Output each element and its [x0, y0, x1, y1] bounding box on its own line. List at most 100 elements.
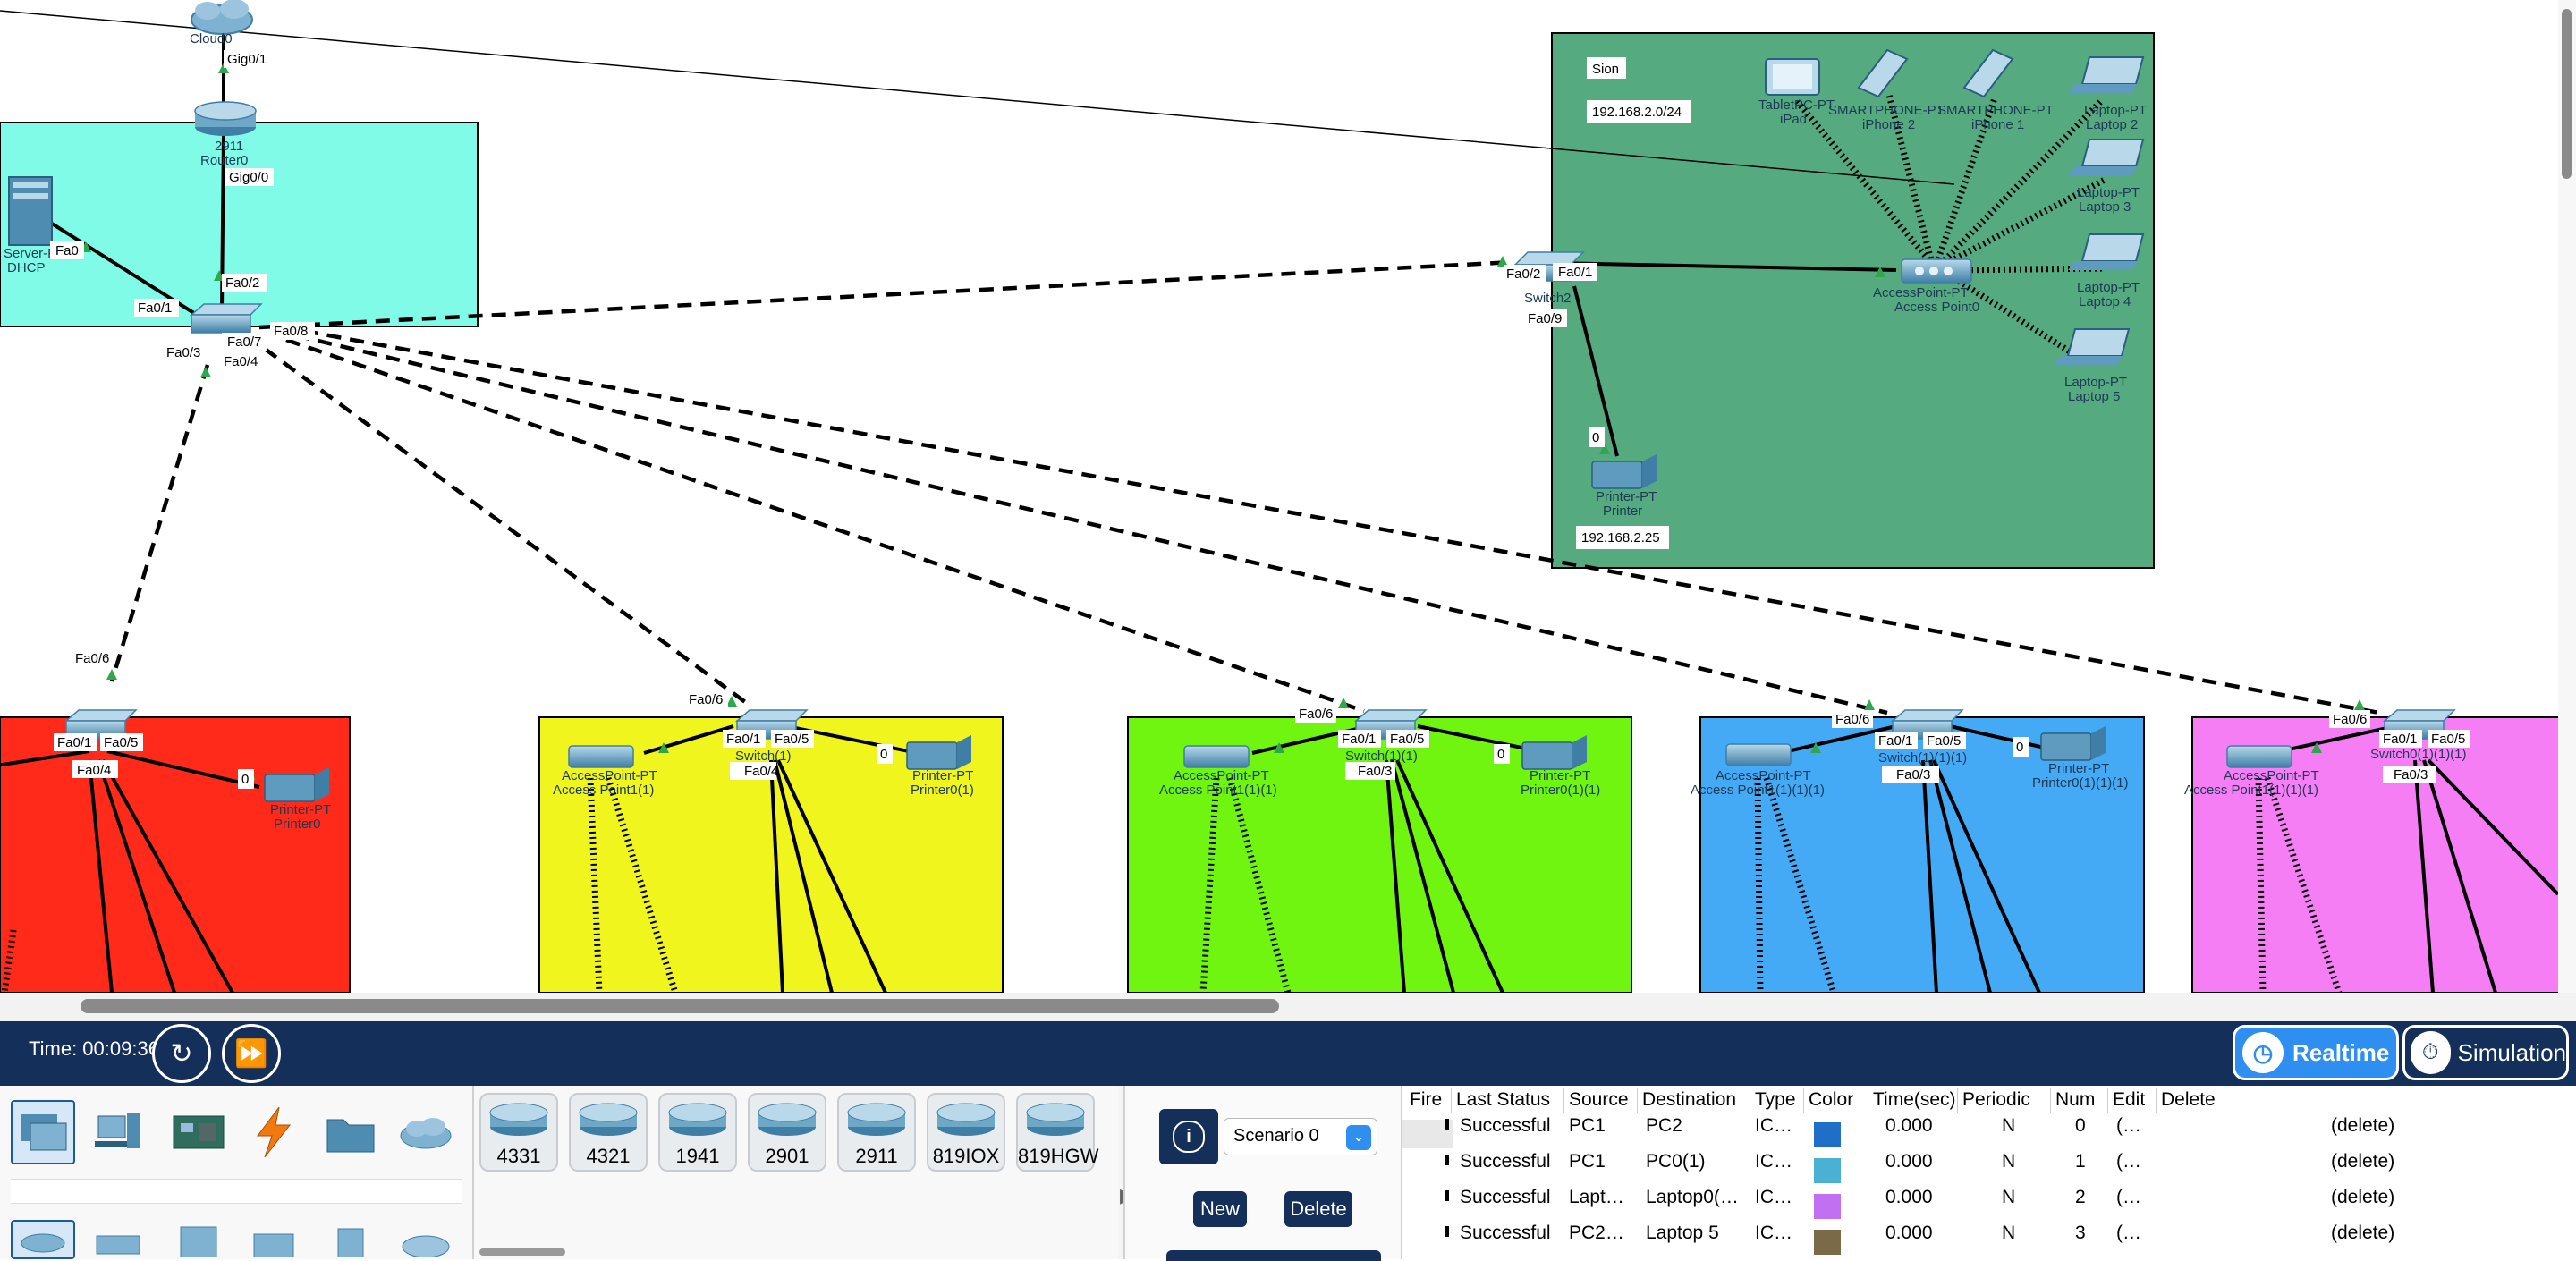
sion-switch-port-left: Fa0/2: [1506, 267, 1540, 282]
delete-scenario-button[interactable]: Delete: [1284, 1191, 1352, 1227]
table-cell-type: IC…: [1755, 1151, 1792, 1172]
hubs-subcategory-icon[interactable]: [166, 1220, 231, 1259]
column-header[interactable]: Edit: [2113, 1089, 2145, 1111]
column-header[interactable]: Destination: [1642, 1089, 1736, 1111]
column-header[interactable]: Time(sec): [1873, 1089, 1956, 1111]
fast-forward-button[interactable]: ⏩: [222, 1024, 281, 1083]
router-icon: [847, 1103, 906, 1136]
router-model-card[interactable]: 4331: [479, 1093, 558, 1172]
area-ap-icon[interactable]: [2226, 745, 2292, 768]
model-scroll-thumb[interactable]: [479, 1248, 565, 1256]
area-port: Fa0/5: [1927, 733, 1961, 749]
device-label: SMARTPHONE-PT: [1937, 103, 2054, 118]
miscellaneous-icon[interactable]: [318, 1100, 383, 1164]
access-point-icon[interactable]: [1901, 258, 1972, 284]
column-separator[interactable]: [1563, 1088, 1564, 1113]
switches-subcategory-icon[interactable]: [86, 1220, 150, 1259]
model-label: 819IOX: [932, 1145, 1000, 1167]
wireless-subcategory-icon[interactable]: [242, 1220, 306, 1259]
router-port-label: Gig0/0: [229, 170, 268, 185]
wan-emulation-subcategory-icon[interactable]: [394, 1220, 458, 1259]
column-separator[interactable]: [1957, 1088, 1958, 1113]
security-subcategory-icon[interactable]: [318, 1220, 383, 1259]
realtime-button[interactable]: ◷ Realtime: [2233, 1025, 2399, 1080]
printer-label: Printer-PT: [2048, 761, 2109, 776]
delete-link[interactable]: (delete): [2331, 1115, 2394, 1137]
topology-canvas[interactable]: Cloud0 Gig0/1 2911 Router0 Gig0/0 Server…: [0, 0, 2576, 993]
area-ap-icon[interactable]: [1183, 745, 1250, 768]
core-port-fa0-2: Fa0/2: [225, 275, 259, 291]
ap-label: AccessPoint-PT: [1174, 768, 1269, 783]
core-switch-icon[interactable]: [189, 303, 263, 334]
column-header[interactable]: Delete: [2161, 1089, 2216, 1111]
column-header[interactable]: Source: [1569, 1089, 1629, 1111]
router-model-card[interactable]: 2911: [837, 1093, 916, 1172]
connections-icon[interactable]: [242, 1100, 306, 1164]
switch-name: Switch(1)(1)(1): [1878, 750, 1967, 766]
fire-indicator[interactable]: [1445, 1190, 1449, 1201]
column-header[interactable]: Type: [1755, 1089, 1796, 1111]
column-header[interactable]: Fire: [1410, 1089, 1442, 1111]
end-devices-icon[interactable]: [86, 1100, 150, 1164]
routers-subcategory-icon[interactable]: [11, 1220, 75, 1259]
table-cell-source: PC2…: [1569, 1223, 1624, 1243]
delete-link[interactable]: (delete): [2331, 1223, 2394, 1244]
table-cell-edit: (…: [2116, 1151, 2141, 1172]
color-swatch: [1814, 1194, 1841, 1219]
router-model-label: 2911: [215, 139, 243, 154]
column-separator[interactable]: [1451, 1088, 1452, 1113]
ap-label: AccessPoint-PT: [2224, 768, 2319, 783]
server-icon[interactable]: [8, 176, 53, 246]
new-scenario-button[interactable]: New: [1193, 1191, 1247, 1227]
table-cell-status: Successful: [1460, 1187, 1551, 1207]
cloud-label: Cloud0: [190, 31, 233, 47]
column-separator[interactable]: [1637, 1088, 1638, 1113]
device-name: Laptop 5: [2068, 389, 2120, 404]
fast-forward-icon: ⏩: [234, 1038, 268, 1069]
fire-indicator[interactable]: [1445, 1119, 1449, 1130]
realtime-label: Realtime: [2292, 1038, 2390, 1066]
column-separator[interactable]: [1803, 1088, 1804, 1113]
info-icon: i: [1173, 1121, 1205, 1153]
router-model-card[interactable]: 819IOX: [927, 1093, 1005, 1172]
server-name-label: DHCP: [7, 260, 46, 275]
components-icon[interactable]: [166, 1100, 231, 1164]
router-model-card[interactable]: 1941: [658, 1093, 737, 1172]
toggle-pdu-list-button[interactable]: [1166, 1250, 1381, 1261]
area-port: Fa0/3: [1896, 767, 1930, 783]
column-header[interactable]: Num: [2055, 1089, 2095, 1111]
router-model-card[interactable]: 4321: [569, 1093, 648, 1172]
table-cell-periodic: N: [2002, 1151, 2016, 1172]
area-ap-icon[interactable]: [1725, 743, 1792, 766]
area-ap-icon[interactable]: [568, 745, 634, 768]
status-bar: [0, 1021, 2576, 1086]
scenario-info-button[interactable]: i: [1159, 1109, 1218, 1164]
delete-link[interactable]: (delete): [2331, 1151, 2394, 1172]
column-header[interactable]: Periodic: [1962, 1089, 2030, 1111]
network-devices-icon[interactable]: [11, 1100, 75, 1164]
router-model-card[interactable]: 2901: [748, 1093, 826, 1172]
table-cell-time: 0.000: [1885, 1151, 1933, 1172]
cloud-icon[interactable]: [191, 0, 253, 35]
column-separator[interactable]: [2050, 1088, 2051, 1113]
column-separator[interactable]: [2107, 1088, 2108, 1113]
column-header[interactable]: Last Status: [1456, 1089, 1550, 1111]
area-port-up: Fa0/6: [689, 692, 723, 707]
simulation-button[interactable]: ⏱ Simulation: [2402, 1025, 2569, 1080]
logical-workspace[interactable]: Cloud0 Gig0/1 2911 Router0 Gig0/0 Server…: [0, 0, 2576, 993]
tablet-icon[interactable]: [1765, 58, 1820, 96]
vertical-scroll-thumb[interactable]: [2562, 9, 2572, 179]
switch-name: Switch(1)(1): [1345, 749, 1418, 764]
column-header[interactable]: Color: [1809, 1089, 1853, 1111]
device-category-panel: [0, 1086, 474, 1259]
fire-indicator[interactable]: [1445, 1226, 1449, 1237]
horizontal-scroll-thumb[interactable]: [80, 999, 1279, 1013]
router-icon[interactable]: [194, 101, 257, 136]
router-model-card[interactable]: 819HGW: [1016, 1093, 1098, 1172]
delete-link[interactable]: (delete): [2331, 1187, 2394, 1208]
fire-indicator[interactable]: [1445, 1155, 1449, 1165]
multiuser-icon[interactable]: [394, 1100, 458, 1164]
power-cycle-button[interactable]: ↻: [152, 1024, 211, 1083]
column-separator[interactable]: [2156, 1088, 2157, 1113]
scenario-select[interactable]: Scenario 0 ⌄: [1224, 1118, 1377, 1155]
